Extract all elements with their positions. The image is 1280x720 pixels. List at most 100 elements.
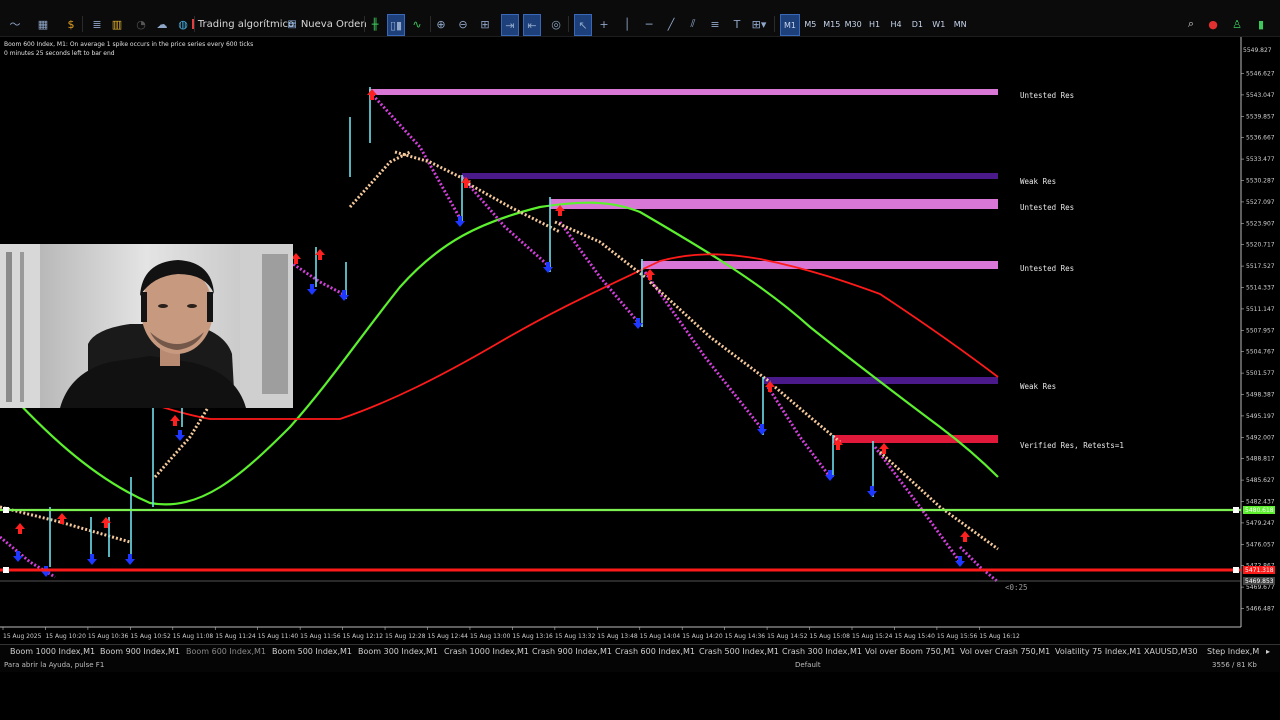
market-watch-icon[interactable]: $ (64, 14, 78, 34)
chart-type-icon[interactable]: 〜 (8, 14, 22, 34)
price-tick: 5501.577 (1246, 370, 1275, 377)
channel-icon[interactable]: ⫽ (686, 14, 700, 34)
strategy-tester-icon[interactable]: ▥ (110, 14, 124, 34)
auto-scroll-icon[interactable]: ⇥ (501, 14, 519, 36)
chart-tab[interactable]: Boom 1000 Index,M1 (10, 647, 95, 656)
navigator-icon[interactable]: ≣ (90, 14, 104, 34)
time-tick: 15 Aug 12:12 (343, 633, 384, 640)
new-chart-icon[interactable]: ▦ (36, 14, 50, 34)
time-tick: 15 Aug 12:44 (428, 633, 469, 640)
price-tick: 5520.717 (1246, 242, 1275, 249)
price-tick: 5533.477 (1246, 156, 1275, 163)
current-price-label: 5469.853 (1245, 578, 1274, 585)
time-tick: 15 Aug 13:32 (555, 633, 596, 640)
horizontal-line-icon[interactable]: ─ (642, 14, 656, 34)
chart-tab[interactable]: Volatility 75 Index,M1 (1055, 647, 1141, 656)
zone-label-6: Verified Res, Retests=1 (1020, 441, 1124, 450)
signal-icon[interactable]: ▮ (1254, 14, 1268, 34)
price-tick: 5507.957 (1246, 327, 1275, 334)
text-icon[interactable]: T (730, 14, 744, 34)
user-icon[interactable]: ♙ (1230, 14, 1244, 34)
price-tick: 5504.767 (1246, 349, 1275, 356)
vertical-line-icon[interactable]: │ (620, 14, 634, 34)
price-tick: 5466.487 (1246, 606, 1275, 613)
level-handle (1233, 567, 1239, 573)
price-tick: 5479.247 (1246, 520, 1275, 527)
status-traffic: 3556 / 81 Kb (1212, 661, 1257, 669)
bar-chart-icon[interactable]: ╫ (368, 14, 382, 34)
price-tick: 5485.627 (1246, 477, 1275, 484)
presenter-video (0, 244, 293, 408)
price-tick: 5488.817 (1246, 456, 1275, 463)
chart-area[interactable]: 5549.827 5546.627 5543.047 5539.857 5536.667… (0, 37, 1280, 645)
status-bar: Para abrir la Ayuda, pulse F1 Default 35… (0, 660, 1280, 672)
shapes-icon[interactable]: ⊞▾ (750, 14, 768, 34)
tile-windows-icon[interactable]: ⊞ (478, 14, 492, 34)
trendline-icon[interactable]: ╱ (664, 14, 678, 34)
line-chart-icon[interactable]: ∿ (410, 14, 424, 34)
history-icon[interactable]: ◔ (134, 14, 148, 34)
time-tick: 15 Aug 15:56 (937, 633, 978, 640)
red-level-label: 5471.318 (1245, 567, 1274, 574)
toolbar: 〜 ▦ $ ≣ ▥ ◔ ☁ ◍ Trading algorítmico ▤ Nu… (0, 0, 1280, 37)
price-tick: 5549.827 (1243, 47, 1272, 54)
chart-shift-icon[interactable]: ⇤ (523, 14, 541, 36)
zoom-in-icon[interactable]: ⊕ (434, 14, 448, 34)
time-tick: 15 Aug 11:24 (215, 633, 256, 640)
algo-trading-label: Trading algorítmico (197, 18, 295, 30)
chart-tab[interactable]: Boom 600 Index,M1 (186, 647, 266, 656)
price-tick: 5546.627 (1246, 71, 1275, 78)
chart-tab[interactable]: Crash 300 Index,M1 (782, 647, 862, 656)
timeframe-m30[interactable]: M30 (844, 14, 862, 34)
chart-tab[interactable]: XAUUSD,M30 (1144, 647, 1198, 656)
chart-tab[interactable]: Boom 300 Index,M1 (358, 647, 438, 656)
zone-label-2: Weak Res (1020, 177, 1057, 186)
resistance-zone (641, 261, 998, 269)
algo-trading-button[interactable]: Trading algorítmico (191, 14, 294, 34)
timeframe-w1[interactable]: W1 (930, 14, 948, 34)
chart-tab[interactable]: Crash 500 Index,M1 (699, 647, 779, 656)
level-handle (3, 567, 9, 573)
price-tick: 5527.097 (1246, 199, 1275, 206)
chart-tab[interactable]: Vol over Crash 750,M1 (960, 647, 1050, 656)
new-order-button[interactable]: ▤ Nueva Orden (287, 14, 366, 34)
chart-header-line2: 0 minutes 25 seconds left to bar end (4, 50, 115, 57)
search-icon[interactable]: ⌕ (1184, 14, 1198, 34)
chart-tab[interactable]: Crash 900 Index,M1 (532, 647, 612, 656)
tabs-scroll-right-icon[interactable]: ▸ (1266, 647, 1270, 656)
timeframe-h1[interactable]: H1 (866, 14, 884, 34)
time-tick: 15 Aug 14:20 (682, 633, 723, 640)
timeframe-h4[interactable]: H4 (887, 14, 905, 34)
indicators-icon[interactable]: ◎ (549, 14, 563, 34)
candlestick-icon[interactable]: ▯▮ (387, 14, 405, 36)
time-tick: 15 Aug 13:48 (597, 633, 638, 640)
chart-tab[interactable]: Vol over Boom 750,M1 (865, 647, 955, 656)
timeframe-d1[interactable]: D1 (908, 14, 926, 34)
timeframe-m5[interactable]: M5 (801, 14, 819, 34)
new-order-label: Nueva Orden (300, 18, 367, 30)
fibonacci-icon[interactable]: ≡ (708, 14, 722, 34)
zone-label-5: Weak Res (1020, 382, 1057, 391)
chart-tab[interactable]: Step Index,M (1207, 647, 1259, 656)
chart-tab[interactable]: Boom 500 Index,M1 (272, 647, 352, 656)
timeframe-m15[interactable]: M15 (823, 14, 841, 34)
level-handle (3, 507, 9, 513)
globe-icon[interactable]: ◍ (176, 14, 190, 34)
price-tick: 5530.287 (1246, 178, 1275, 185)
crosshair-icon[interactable]: + (597, 14, 611, 34)
cloud-icon[interactable]: ☁ (155, 14, 169, 34)
resistance-zone (462, 173, 998, 179)
price-tick: 5511.147 (1246, 306, 1275, 313)
timeframe-mn[interactable]: MN (951, 14, 969, 34)
cursor-icon[interactable]: ↖ (574, 14, 592, 36)
chart-tab[interactable]: Crash 1000 Index,M1 (444, 647, 529, 656)
time-tick: 15 Aug 15:08 (810, 633, 851, 640)
price-tick: 5543.047 (1246, 92, 1275, 99)
timeframe-m1[interactable]: M1 (780, 14, 800, 36)
zoom-out-icon[interactable]: ⊖ (456, 14, 470, 34)
notification-icon[interactable]: ● (1206, 14, 1220, 34)
price-tick: 5498.387 (1246, 392, 1275, 399)
chart-tab[interactable]: Crash 600 Index,M1 (615, 647, 695, 656)
time-tick: 15 Aug 13:16 (512, 633, 553, 640)
chart-tab[interactable]: Boom 900 Index,M1 (100, 647, 180, 656)
